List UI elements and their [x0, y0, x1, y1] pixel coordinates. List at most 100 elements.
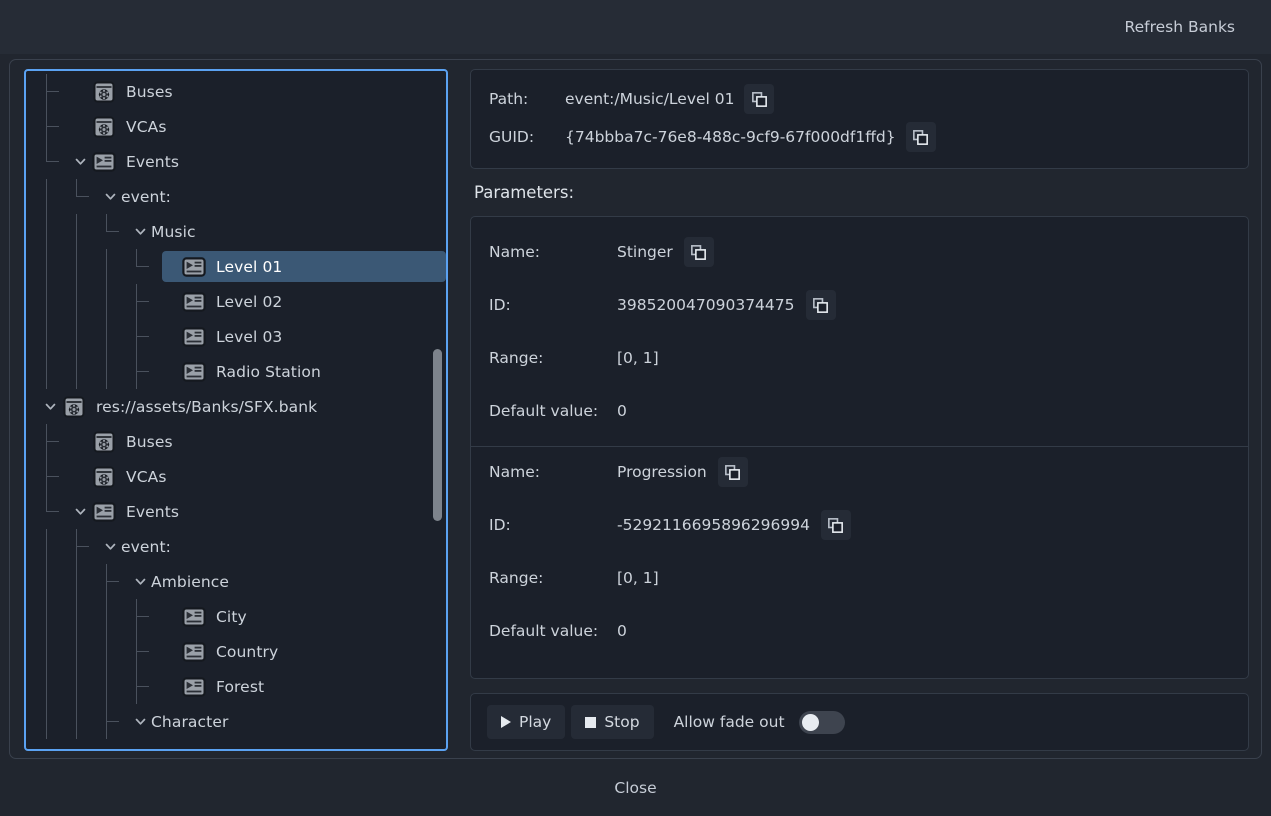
tree-guide-line — [76, 284, 77, 319]
tree-item-res-assets-banks-sfx-bank[interactable]: res://assets/Banks/SFX.bank — [26, 389, 446, 424]
path-value: event:/Music/Level 01 — [565, 90, 735, 108]
tree-item-vcas[interactable]: VCAs — [26, 459, 446, 494]
tree-item-content[interactable]: Level 01 — [162, 251, 446, 282]
parameter-id-value: 398520047090374475 — [617, 296, 795, 314]
tree-guide-line — [46, 494, 59, 512]
tree-expand-chevron[interactable] — [132, 224, 148, 240]
tree-item-content[interactable]: VCAs — [72, 461, 446, 492]
tree-vertical-scrollbar[interactable] — [433, 349, 442, 521]
tree-expand-chevron[interactable] — [42, 399, 58, 415]
tree-guide-line — [106, 319, 107, 354]
tree-guide-line — [136, 319, 149, 354]
tree-item-music[interactable]: Music — [26, 214, 446, 249]
tree-item-content[interactable]: event: — [102, 531, 446, 562]
copy-parameter-name-button[interactable] — [717, 457, 748, 487]
tree-expand-chevron[interactable] — [102, 189, 118, 205]
refresh-banks-button[interactable]: Refresh Banks — [1115, 12, 1245, 42]
tree-expand-chevron[interactable] — [72, 154, 88, 170]
tree-item-country[interactable]: Country — [26, 634, 446, 669]
tree-item-content[interactable]: Level 02 — [162, 286, 446, 317]
chevron-down-icon — [135, 718, 145, 725]
tree-item-level-03[interactable]: Level 03 — [26, 319, 446, 354]
tree-guide-line — [46, 669, 47, 704]
copy-path-button[interactable] — [744, 84, 775, 114]
tree-item-label: Level 02 — [216, 292, 283, 311]
tree-item-content[interactable]: City — [162, 601, 446, 632]
tree-item-radio-station[interactable]: Radio Station — [26, 354, 446, 389]
tree-item-content[interactable]: Country — [162, 636, 446, 667]
tree-guide-line — [46, 424, 59, 459]
allow-fade-out-toggle[interactable] — [798, 710, 845, 734]
close-button[interactable]: Close — [592, 772, 678, 804]
copy-parameter-id-button[interactable] — [805, 290, 836, 320]
tree-expand-chevron[interactable] — [132, 574, 148, 590]
tree-item-level-01[interactable]: Level 01 — [26, 249, 446, 284]
parameter-name-value: Stinger — [617, 243, 673, 261]
parameter-name-row: Name: Progression — [489, 455, 1230, 489]
tree-guide-line — [106, 284, 107, 319]
bank-tree[interactable]: Buses VCAs Events event: Music Level 01 … — [26, 71, 446, 749]
tree-indent — [30, 669, 162, 704]
tree-guide-line — [46, 179, 47, 214]
event-icon — [91, 499, 117, 525]
tree-item-city[interactable]: City — [26, 599, 446, 634]
tree-item-content[interactable]: Events — [72, 146, 446, 177]
tree-item-label: Buses — [126, 432, 173, 451]
tree-item-content[interactable]: Forest — [162, 671, 446, 702]
parameter-default-value-label: Default value: — [489, 622, 599, 640]
parameter-range-label: Range: — [489, 569, 544, 587]
tree-guide-line — [106, 669, 107, 704]
tree-indent — [30, 109, 72, 144]
tree-item-event[interactable]: event: — [26, 179, 446, 214]
tree-item-content[interactable]: Level 03 — [162, 321, 446, 352]
tree-item-content[interactable]: Buses — [72, 76, 446, 107]
tree-expand-chevron[interactable] — [72, 504, 88, 520]
bank-tree-panel[interactable]: Buses VCAs Events event: Music Level 01 … — [24, 69, 448, 751]
stop-button[interactable]: Stop — [571, 705, 654, 739]
tree-item-events[interactable]: Events — [26, 494, 446, 529]
tree-guide-line — [136, 669, 149, 704]
tree-item-label: Level 01 — [216, 257, 283, 276]
tree-item-events[interactable]: Events — [26, 144, 446, 179]
tree-expand-chevron[interactable] — [132, 714, 148, 730]
copy-guid-button[interactable] — [905, 122, 936, 152]
tree-guide-line — [136, 634, 149, 669]
tree-item-content[interactable]: Buses — [72, 426, 446, 457]
play-button[interactable]: Play — [487, 705, 566, 739]
tree-item-content[interactable]: VCAs — [72, 111, 446, 142]
tree-item-content[interactable]: Radio Station — [162, 356, 446, 387]
parameter-id-label: ID: — [489, 296, 511, 314]
tree-item-level-02[interactable]: Level 02 — [26, 284, 446, 319]
parameter-id-value: -5292116695896296994 — [617, 516, 810, 534]
tree-item-content[interactable]: event: — [102, 181, 446, 212]
tree-item-buses[interactable]: Buses — [26, 74, 446, 109]
copy-parameter-name-button[interactable] — [683, 237, 714, 267]
tree-guide-line — [46, 564, 47, 599]
copy-parameter-id-button[interactable] — [820, 510, 851, 540]
tree-item-content[interactable]: Events — [72, 496, 446, 527]
bank-icon — [91, 114, 117, 140]
tree-item-label: Events — [126, 152, 180, 171]
tree-expand-chevron[interactable] — [102, 539, 118, 555]
tree-guide-line — [76, 564, 77, 599]
tree-item-content[interactable]: Ambience — [132, 566, 446, 597]
tree-item-character[interactable]: Character — [26, 704, 446, 739]
tree-item-ambience[interactable]: Ambience — [26, 564, 446, 599]
tree-item-forest[interactable]: Forest — [26, 669, 446, 704]
tree-guide-line — [46, 249, 47, 284]
tree-indent — [30, 424, 72, 459]
bank-icon — [93, 431, 115, 452]
event-icon — [182, 256, 206, 277]
tree-indent — [30, 634, 162, 669]
tree-item-vcas[interactable]: VCAs — [26, 109, 446, 144]
parameter-range-value: [0, 1] — [617, 569, 659, 587]
tree-item-event[interactable]: event: — [26, 529, 446, 564]
tree-item-content[interactable]: Music — [132, 216, 446, 247]
tree-item-content[interactable]: Character — [132, 706, 446, 737]
tree-guide-line — [46, 634, 47, 669]
parameter-name-label: Name: — [489, 463, 540, 481]
parameters-card: Name: Stinger ID: 398520047090374475 Range… — [470, 216, 1249, 679]
tree-item-buses[interactable]: Buses — [26, 424, 446, 459]
tree-item-content[interactable]: res://assets/Banks/SFX.bank — [42, 391, 446, 422]
chevron-down-icon — [75, 158, 85, 165]
